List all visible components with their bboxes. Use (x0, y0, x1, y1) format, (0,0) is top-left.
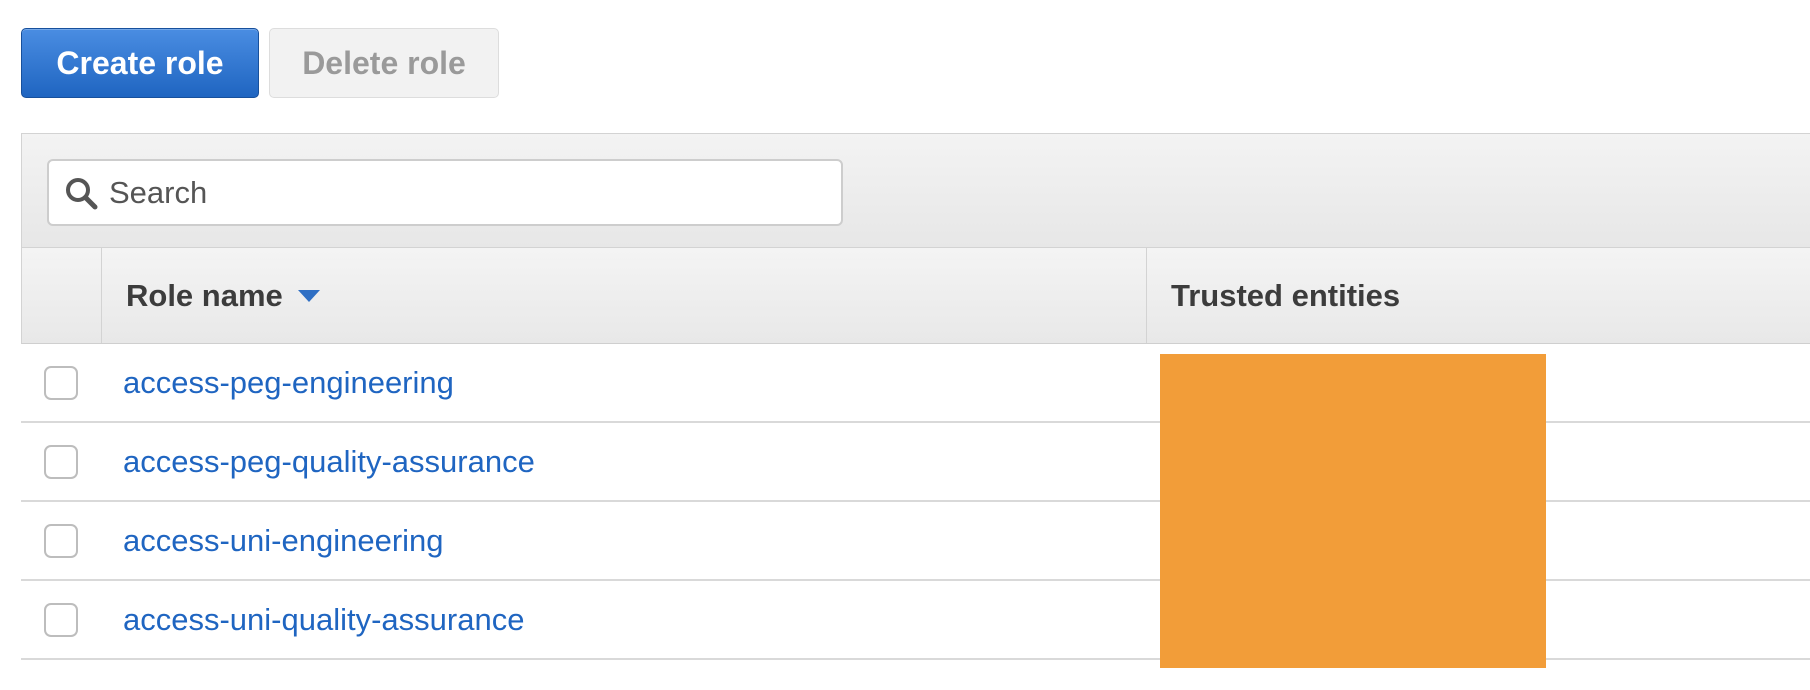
role-name-link[interactable]: access-peg-quality-assurance (123, 444, 535, 479)
header-trusted-entities[interactable]: Trusted entities (1147, 248, 1810, 343)
header-select-column (22, 248, 102, 343)
search-icon (63, 175, 99, 211)
caret-down-icon[interactable] (297, 289, 321, 303)
search-input[interactable] (109, 174, 809, 211)
header-role-name[interactable]: Role name (102, 248, 1147, 343)
row-checkbox[interactable] (44, 444, 78, 479)
row-checkbox[interactable] (44, 602, 78, 637)
header-role-name-label: Role name (126, 277, 283, 313)
role-name-link[interactable]: access-uni-engineering (123, 523, 444, 558)
filter-bar (21, 133, 1810, 248)
create-role-button[interactable]: Create role (21, 28, 259, 98)
redaction-block (1160, 354, 1546, 668)
delete-role-button[interactable]: Delete role (269, 28, 499, 98)
search-box[interactable] (47, 159, 843, 226)
role-name-link[interactable]: access-peg-engineering (123, 365, 454, 400)
row-checkbox[interactable] (44, 365, 78, 400)
row-checkbox[interactable] (44, 523, 78, 558)
header-trusted-entities-label: Trusted entities (1171, 277, 1401, 313)
table-header: Role name Trusted entities (21, 248, 1810, 344)
toolbar: Create role Delete role (21, 28, 499, 98)
role-name-link[interactable]: access-uni-quality-assurance (123, 602, 524, 637)
